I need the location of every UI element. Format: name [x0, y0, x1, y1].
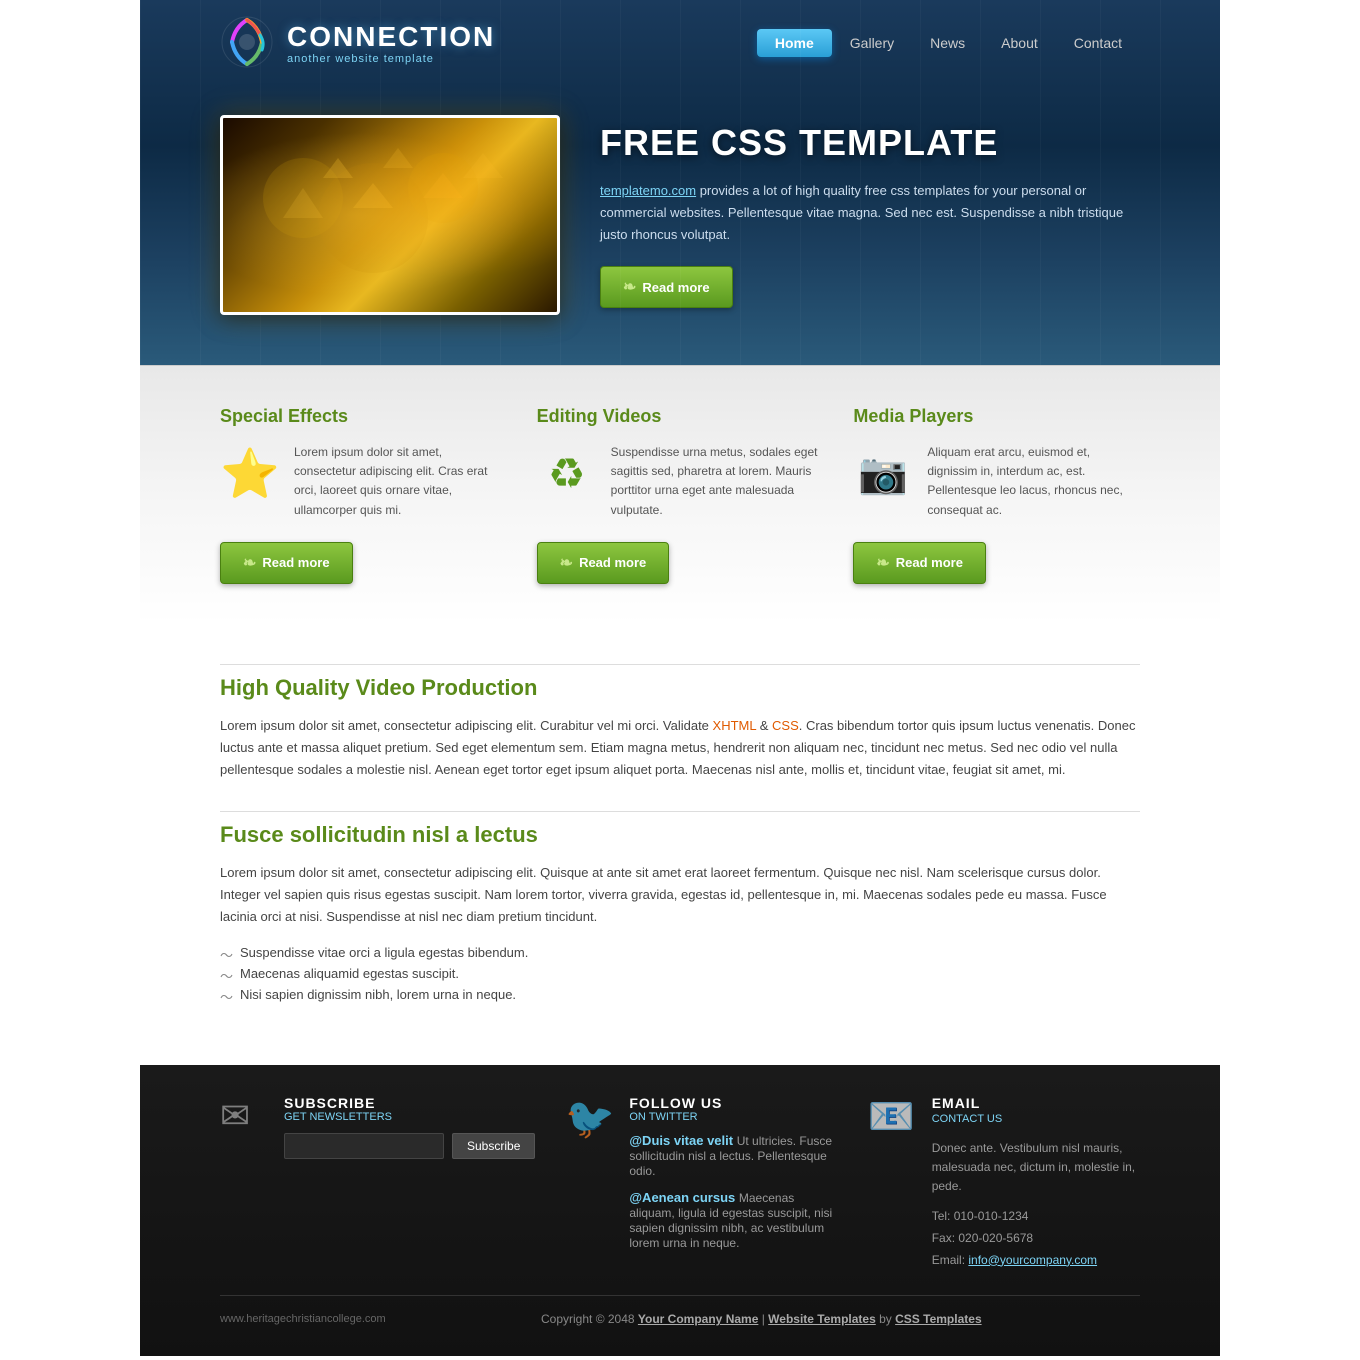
footer: ✉ SUBSCRIBE GET NEWSLETTERS Subscribe 🐦 …	[140, 1065, 1220, 1356]
twitter-title: FOLLOW US	[629, 1095, 837, 1111]
subscribe-input[interactable]	[284, 1133, 444, 1159]
footer-subscribe-col: ✉ SUBSCRIBE GET NEWSLETTERS Subscribe	[220, 1095, 535, 1271]
section-text-2: Lorem ipsum dolor sit amet, consectetur …	[220, 862, 1140, 928]
site-tagline: another website template	[287, 53, 495, 65]
logo: CONNECTION another website template	[220, 15, 495, 70]
nav-home[interactable]: Home	[757, 29, 832, 57]
feature-readmore-button-2[interactable]: Read more	[537, 542, 670, 584]
feature-title-3: Media Players	[853, 406, 1140, 427]
feature-text-3: Aliquam erat arcu, euismod et, dignissim…	[927, 443, 1140, 520]
list-item-2: Maecenas aliquamid egestas suscipit.	[220, 963, 1140, 984]
footer-bottom: www.heritagechristiancollege.com Copyrig…	[220, 1295, 1140, 1326]
twitter-subtitle: ON TWITTER	[629, 1111, 837, 1123]
list-item-1: Suspendisse vitae orci a ligula egestas …	[220, 942, 1140, 963]
recycle-icon: ♻	[537, 443, 597, 503]
feature-text-2: Suspendisse urna metus, sodales eget sag…	[611, 443, 824, 520]
nav-about[interactable]: About	[983, 29, 1056, 57]
subscribe-button[interactable]: Subscribe	[452, 1133, 535, 1159]
email-icon: 📧	[868, 1095, 918, 1139]
hero-image	[220, 115, 560, 315]
logo-icon	[220, 15, 275, 70]
contact-details: Tel: 010-010-1234 Fax: 020-020-5678 Emai…	[932, 1206, 1140, 1271]
feature-editing-videos: Editing Videos ♻ Suspendisse urna metus,…	[537, 406, 824, 584]
company-link[interactable]: Your Company Name	[638, 1312, 758, 1326]
email-title: EMAIL	[932, 1095, 1140, 1111]
nav-contact[interactable]: Contact	[1056, 29, 1140, 57]
features-grid: Special Effects ⭐ Lorem ipsum dolor sit …	[220, 406, 1140, 584]
nav-gallery[interactable]: Gallery	[832, 29, 912, 57]
hero-description: templatemo.com provides a lot of high qu…	[600, 180, 1140, 246]
section-list-2: Suspendisse vitae orci a ligula egestas …	[220, 942, 1140, 1005]
camera-icon: 📷	[853, 443, 913, 503]
feature-readmore-button-3[interactable]: Read more	[853, 542, 986, 584]
subscribe-form: Subscribe	[284, 1133, 535, 1159]
feature-readmore-button-1[interactable]: Read more	[220, 542, 353, 584]
hero-title: FREE CSS TEMPLATE	[600, 122, 1140, 164]
copyright: Copyright © 2048 Your Company Name | Web…	[541, 1312, 982, 1326]
email-subtitle: CONTACT US	[932, 1111, 1140, 1129]
hero-readmore-button[interactable]: Read more	[600, 266, 733, 308]
main-nav: Home Gallery News About Contact	[757, 29, 1140, 57]
twitter-post-2: @Aenean cursus Maecenas aliquam, ligula …	[629, 1190, 837, 1250]
twitter-handle-2[interactable]: @Aenean cursus	[629, 1190, 735, 1205]
main-content: High Quality Video Production Lorem ipsu…	[140, 624, 1220, 1066]
twitter-post-1: @Duis vitae velit Ut ultricies. Fusce so…	[629, 1133, 837, 1178]
footer-twitter-col: 🐦 FOLLOW US ON TWITTER @Duis vitae velit…	[565, 1095, 837, 1271]
email-link[interactable]: info@yourcompany.com	[968, 1253, 1097, 1267]
footer-email-col: 📧 EMAIL CONTACT US Donec ante. Vestibulu…	[868, 1095, 1140, 1271]
css-link[interactable]: CSS	[772, 718, 799, 733]
css-templates-link[interactable]: CSS Templates	[895, 1312, 981, 1326]
spacer	[1137, 1313, 1140, 1325]
section-title-2: Fusce sollicitudin nisl a lectus	[220, 822, 1140, 848]
feature-body-3: 📷 Aliquam erat arcu, euismod et, digniss…	[853, 443, 1140, 520]
hero-content: FREE CSS TEMPLATE templatemo.com provide…	[600, 122, 1140, 308]
mail-icon: ✉	[220, 1095, 270, 1137]
twitter-icon: 🐦	[565, 1095, 615, 1142]
twitter-handle-1[interactable]: @Duis vitae velit	[629, 1133, 733, 1148]
features-section: Special Effects ⭐ Lorem ipsum dolor sit …	[140, 365, 1220, 624]
content-section-fusce: Fusce sollicitudin nisl a lectus Lorem i…	[220, 822, 1140, 1005]
divider-1	[220, 664, 1140, 665]
xhtml-link[interactable]: XHTML	[713, 718, 757, 733]
fax: Fax: 020-020-5678	[932, 1228, 1140, 1250]
hero-image-wrapper	[220, 115, 560, 315]
feature-title-2: Editing Videos	[537, 406, 824, 427]
star-icon: ⭐	[220, 443, 280, 503]
feature-body-1: ⭐ Lorem ipsum dolor sit amet, consectetu…	[220, 443, 507, 520]
footer-grid: ✉ SUBSCRIBE GET NEWSLETTERS Subscribe 🐦 …	[220, 1095, 1140, 1271]
feature-title-1: Special Effects	[220, 406, 507, 427]
email-description: Donec ante. Vestibulum nisl mauris, male…	[932, 1139, 1140, 1197]
list-item-3: Nisi sapien dignissim nibh, lorem urna i…	[220, 984, 1140, 1005]
tel: Tel: 010-010-1234	[932, 1206, 1140, 1228]
subscribe-subtitle: GET NEWSLETTERS	[284, 1111, 535, 1123]
hero-section: FREE CSS TEMPLATE templatemo.com provide…	[140, 85, 1220, 365]
divider-2	[220, 811, 1140, 812]
subscribe-title: SUBSCRIBE	[284, 1095, 535, 1111]
website-templates-link[interactable]: Website Templates	[768, 1312, 876, 1326]
content-section-video: High Quality Video Production Lorem ipsu…	[220, 675, 1140, 781]
feature-special-effects: Special Effects ⭐ Lorem ipsum dolor sit …	[220, 406, 507, 584]
section-text-1: Lorem ipsum dolor sit amet, consectetur …	[220, 715, 1140, 781]
hero-link[interactable]: templatemo.com	[600, 183, 696, 198]
feature-media-players: Media Players 📷 Aliquam erat arcu, euism…	[853, 406, 1140, 584]
site-url: www.heritagechristiancollege.com	[220, 1313, 386, 1325]
nav-news[interactable]: News	[912, 29, 983, 57]
feature-body-2: ♻ Suspendisse urna metus, sodales eget s…	[537, 443, 824, 520]
section-title-1: High Quality Video Production	[220, 675, 1140, 701]
email-row: Email: info@yourcompany.com	[932, 1250, 1140, 1272]
feature-text-1: Lorem ipsum dolor sit amet, consectetur …	[294, 443, 507, 520]
site-title: CONNECTION	[287, 21, 495, 53]
